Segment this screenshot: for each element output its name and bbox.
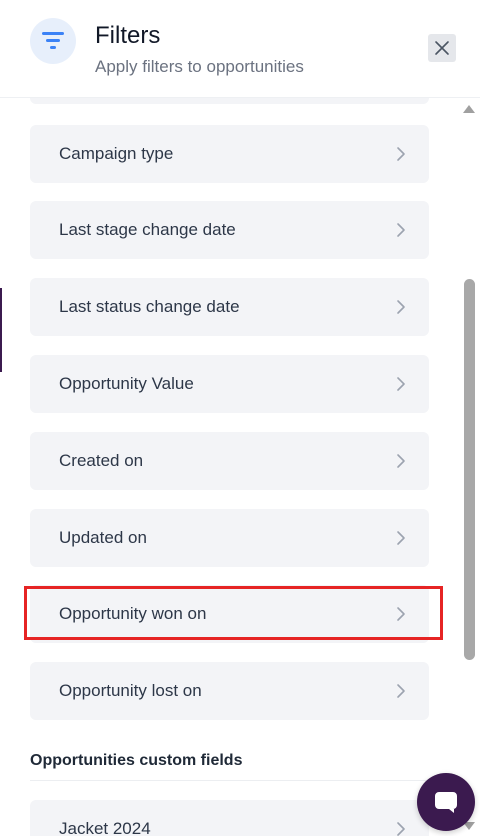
- chevron-right-icon: [397, 147, 405, 161]
- filter-item-label: Opportunity Value: [59, 374, 194, 393]
- chevron-right-icon: [397, 377, 405, 391]
- chevron-right-icon: [397, 607, 405, 621]
- filter-item-jacket-2024[interactable]: Jacket 2024: [30, 800, 429, 836]
- scrollbar[interactable]: [458, 98, 480, 836]
- chevron-right-icon: [397, 300, 405, 314]
- scroll-up-arrow-icon[interactable]: [463, 105, 475, 113]
- filter-item-created-on[interactable]: Created on: [30, 432, 429, 490]
- scrollbar-thumb[interactable]: [464, 279, 475, 660]
- filter-item-label: Last stage change date: [59, 220, 236, 239]
- chevron-right-icon: [397, 822, 405, 836]
- page-subtitle: Apply filters to opportunities: [95, 57, 304, 76]
- chevron-right-icon: [397, 684, 405, 698]
- filter-item-campaign-type[interactable]: Campaign type: [30, 125, 429, 183]
- filter-item-updated-on[interactable]: Updated on: [30, 509, 429, 567]
- filter-item-label: Created on: [59, 451, 144, 470]
- chevron-right-icon: [397, 531, 405, 545]
- filter-item-last-stage-change-date[interactable]: Last stage change date: [30, 201, 429, 259]
- custom-fields-section-title: Opportunities custom fields: [30, 752, 243, 769]
- page-title: Filters: [95, 22, 161, 49]
- filters-header: Filters Apply filters to opportunities: [0, 0, 480, 98]
- filter-item-opportunity-value[interactable]: Opportunity Value: [30, 355, 429, 413]
- filter-item-opportunity-lost-on[interactable]: Opportunity lost on: [30, 662, 429, 720]
- filter-item-label: Opportunity lost on: [59, 681, 202, 700]
- filter-item-partial[interactable]: [30, 98, 429, 104]
- filters-list: Campaign type Last stage change date Las…: [0, 98, 458, 836]
- chevron-right-icon: [397, 223, 405, 237]
- filter-item-label: Opportunity won on: [59, 604, 207, 623]
- close-icon: [435, 41, 449, 55]
- chevron-right-icon: [397, 454, 405, 468]
- divider: [30, 780, 430, 781]
- chat-bubble-icon: [435, 792, 457, 813]
- filter-item-opportunity-won-on[interactable]: Opportunity won on: [30, 585, 429, 643]
- filter-item-last-status-change-date[interactable]: Last status change date: [30, 278, 429, 336]
- chat-button[interactable]: [417, 773, 475, 831]
- filter-item-label: Last status change date: [59, 297, 240, 316]
- filter-item-label: Campaign type: [59, 144, 174, 163]
- filter-item-label: Updated on: [59, 528, 147, 547]
- close-button[interactable]: [428, 34, 456, 62]
- filter-icon: [30, 18, 76, 64]
- filter-item-label: Jacket 2024: [59, 819, 151, 836]
